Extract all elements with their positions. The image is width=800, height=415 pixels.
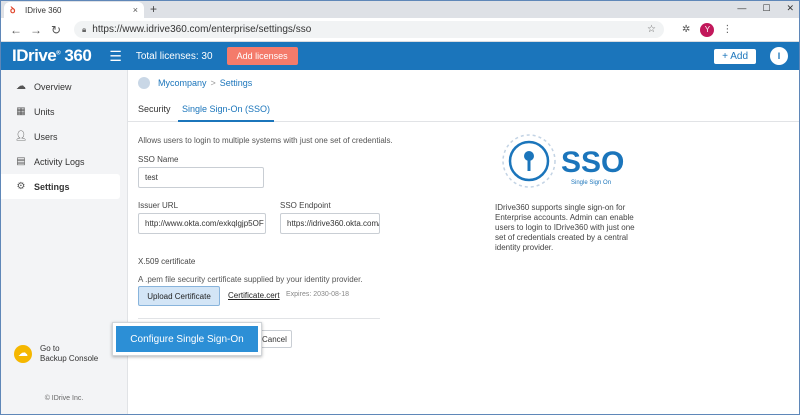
add-licenses-button[interactable]: Add licenses [226, 47, 298, 65]
idrive-favicon-icon: ꝺ [10, 5, 16, 15]
upload-certificate-button[interactable]: Upload Certificate [138, 286, 220, 306]
settings-tabs: Security Single Sign-On (SSO) [128, 98, 800, 122]
browser-toolbar: ← → ↻ 🔒︎ https://www.idrive360.com/enter… [0, 18, 800, 42]
sso-name-input[interactable]: test [138, 167, 264, 188]
sidebar-item-activity-logs[interactable]: ▤ Activity Logs [0, 149, 127, 174]
sso-endpoint-label: SSO Endpoint [280, 201, 331, 210]
cloud-icon: ☁ [16, 81, 26, 92]
backup-line1: Go to [40, 344, 60, 353]
minimize-icon[interactable]: — [737, 3, 746, 14]
sidebar-item-label: Users [34, 131, 58, 142]
form-divider [138, 318, 380, 319]
bookmark-star-icon[interactable]: ☆ [647, 24, 656, 35]
app-header: IDrive® 360 ☰ Total licenses: 30 Add lic… [0, 42, 800, 70]
units-icon: ▦ [16, 106, 26, 117]
profile-avatar[interactable]: Y [700, 22, 715, 37]
sidebar-item-settings[interactable]: ⚙ Settings [0, 174, 120, 199]
user-icon: 👤︎ [14, 131, 28, 142]
certificate-expiry: Expires: 2030-08-18 [286, 291, 350, 298]
total-licenses: Total licenses: 30 [135, 50, 213, 62]
sso-endpoint-input[interactable]: https://idrive360.okta.com/app/idr [280, 213, 380, 234]
cancel-button[interactable]: Cancel [262, 330, 292, 348]
sso-small-text: Single Sign On [571, 180, 611, 186]
close-tab-icon[interactable]: × [133, 5, 138, 15]
sidebar-item-users[interactable]: 👤︎ Users [0, 124, 127, 149]
browser-tab[interactable]: ꝺ IDrive 360 × [4, 2, 144, 18]
logo-registered-icon: ® [56, 50, 61, 57]
sso-name-label: SSO Name [138, 155, 179, 164]
backup-cloud-icon: ☁ [14, 345, 32, 363]
sso-description: Allows users to login to multiple system… [138, 136, 393, 145]
browser-tab-title: IDrive 360 [25, 5, 62, 15]
forward-icon[interactable]: → [26, 23, 46, 37]
backup-line2: Backup Console [40, 354, 99, 363]
address-bar[interactable]: 🔒︎ https://www.idrive360.com/enterprise/… [74, 21, 664, 38]
back-icon[interactable]: ← [6, 23, 26, 37]
logo-suffix: 360 [64, 46, 92, 65]
browser-tabbar: ꝺ IDrive 360 × + — ☐ ✕ [0, 0, 800, 18]
sso-key-icon [502, 134, 556, 188]
breadcrumb: Mycompany > Settings [138, 77, 252, 89]
idrive360-logo[interactable]: IDrive® 360 [12, 46, 92, 66]
reload-icon[interactable]: ↻ [46, 23, 66, 37]
sidebar-item-label: Overview [34, 81, 72, 92]
logo-text: IDrive [12, 46, 57, 65]
certificate-file-link[interactable]: Certificate.cert [228, 291, 280, 300]
org-icon [138, 77, 150, 89]
tab-sso[interactable]: Single Sign-On (SSO) [177, 104, 275, 122]
gear-icon: ⚙ [16, 181, 26, 192]
close-window-icon[interactable]: ✕ [786, 3, 794, 14]
sidebar-item-label: Settings [34, 181, 70, 192]
hamburger-menu-icon[interactable]: ☰ [109, 48, 122, 65]
new-tab-button[interactable]: + [150, 3, 157, 15]
x509-certificate-label: X.509 certificate [138, 257, 196, 266]
sidebar: ☁ Overview ▦ Units 👤︎ Users ▤ Activity L… [0, 70, 128, 415]
backup-console-link[interactable]: ☁ Go to Backup Console [14, 344, 98, 364]
browser-menu-icon[interactable]: ⋮ [722, 24, 732, 35]
window-controls: — ☐ ✕ [737, 3, 794, 14]
copyright: © IDrive Inc. [44, 395, 84, 402]
breadcrumb-page: Settings [219, 78, 253, 88]
certificate-description: A .pem file security certificate supplie… [138, 275, 363, 284]
configure-sso-button[interactable]: Configure Single Sign-On [116, 326, 258, 352]
lock-icon: 🔒︎ [82, 24, 87, 34]
tab-security[interactable]: Security [138, 104, 171, 114]
extensions-puzzle-icon[interactable]: ✲ [682, 24, 690, 35]
add-button[interactable]: + Add [714, 48, 756, 64]
configure-sso-highlight: Configure Single Sign-On [112, 322, 262, 356]
sidebar-item-overview[interactable]: ☁ Overview [0, 74, 127, 99]
sidebar-item-label: Units [34, 106, 55, 117]
user-avatar[interactable]: I [770, 47, 788, 65]
issuer-url-label: Issuer URL [138, 201, 179, 210]
sidebar-item-units[interactable]: ▦ Units [0, 99, 127, 124]
breadcrumb-org[interactable]: Mycompany [158, 78, 207, 88]
sidebar-item-label: Activity Logs [34, 156, 85, 167]
breadcrumb-separator: > [210, 78, 216, 88]
sso-illustration: SSO Single Sign On [502, 134, 624, 188]
issuer-url-input[interactable]: http://www.okta.com/exkqlgjp5OF [138, 213, 266, 234]
maximize-icon[interactable]: ☐ [762, 3, 770, 14]
log-icon: ▤ [16, 156, 26, 167]
sso-info-text: IDrive360 supports single sign-on for En… [495, 203, 635, 252]
sso-big-text: SSO [561, 146, 624, 179]
url-text: https://www.idrive360.com/enterprise/set… [92, 24, 312, 35]
